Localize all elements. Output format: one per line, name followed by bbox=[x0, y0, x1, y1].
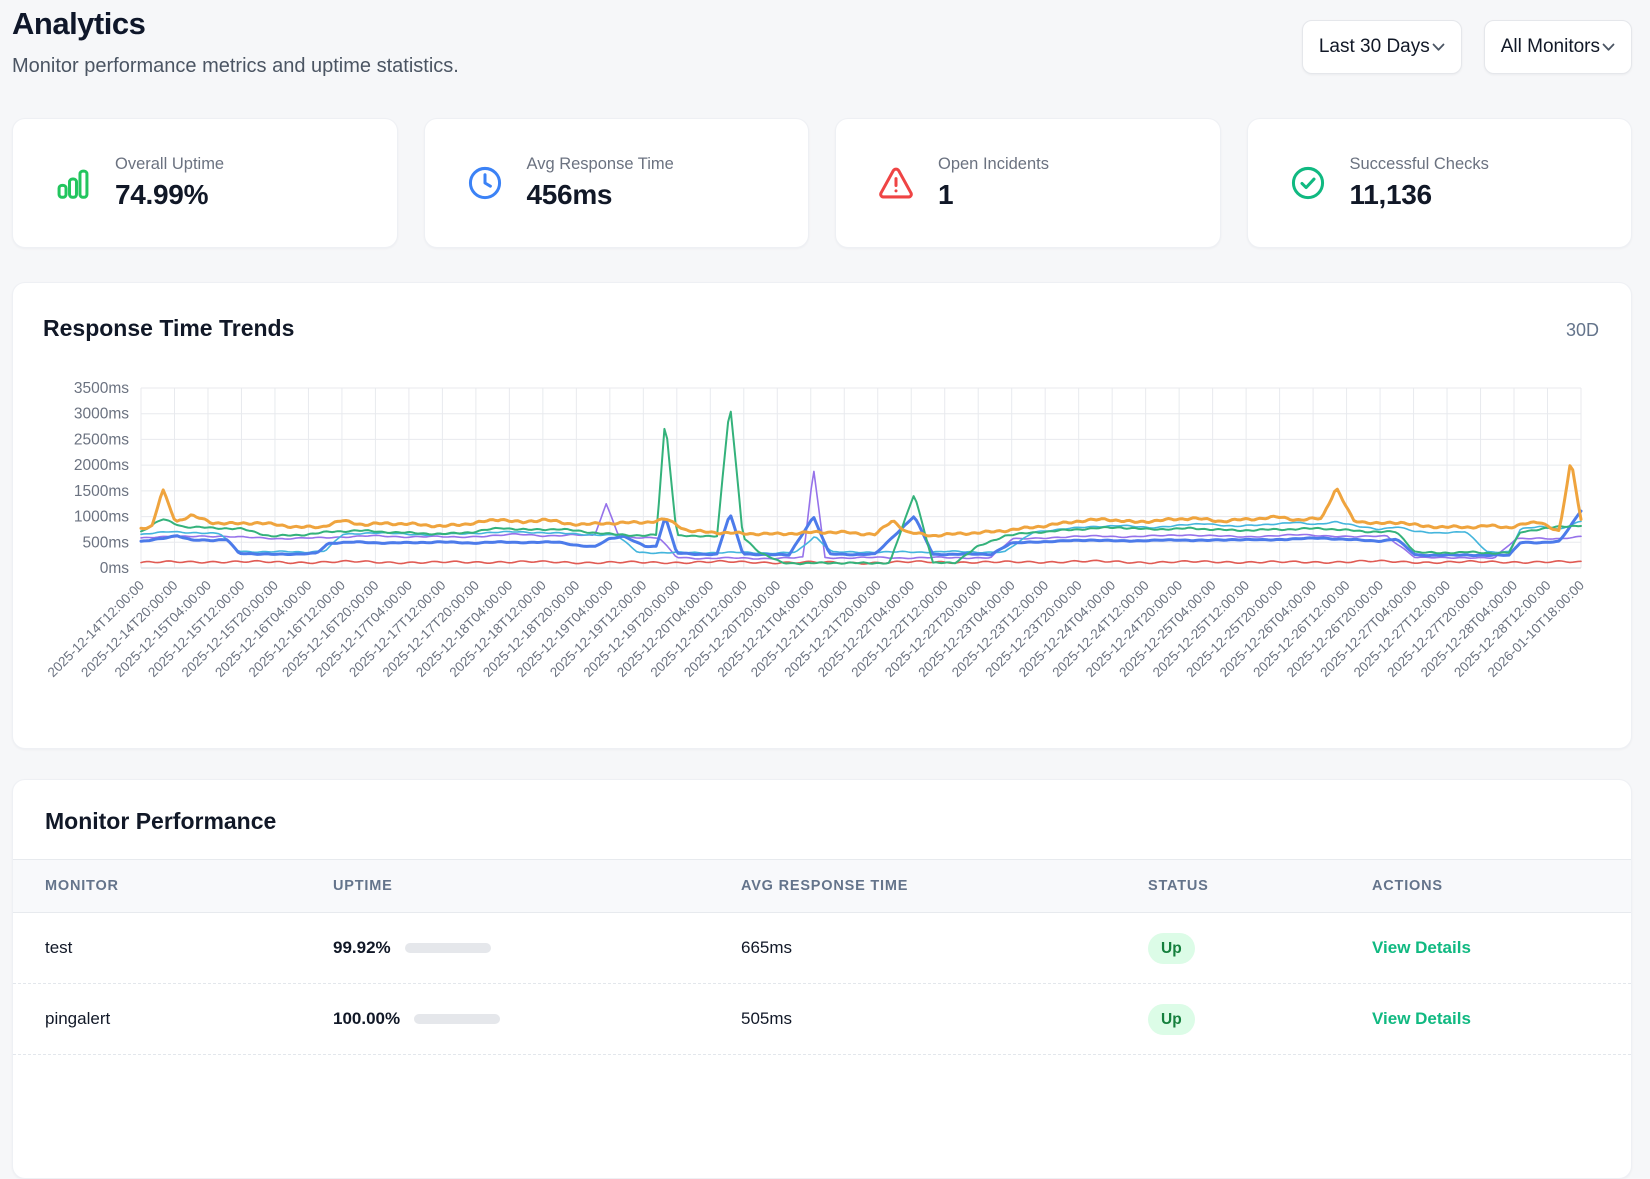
monitor-table-body: test 99.92% 665ms Up View Details pingalert 10… bbox=[13, 913, 1631, 1055]
column-header: Status bbox=[1148, 878, 1209, 894]
column-header: Monitor bbox=[45, 878, 119, 894]
monitor-performance-card: Monitor Performance Monitor Uptime Avg Res… bbox=[12, 779, 1632, 1179]
chevron-down-icon bbox=[1435, 36, 1445, 58]
table-header-row: Monitor Uptime Avg Response Time Status Acti… bbox=[13, 859, 1631, 913]
chart-range-badge: 30D bbox=[1566, 320, 1599, 341]
uptime-value: 100.00% bbox=[333, 1009, 400, 1029]
monitor-filter-value: All Monitors bbox=[1501, 36, 1600, 58]
column-header: Uptime bbox=[333, 878, 393, 894]
view-details-link[interactable]: View Details bbox=[1372, 938, 1471, 957]
time-range-value: Last 30 Days bbox=[1319, 36, 1430, 58]
table-row: pingalert 100.00% 505ms Up View Details bbox=[13, 984, 1631, 1055]
uptime-bar bbox=[405, 943, 491, 953]
clock-icon bbox=[465, 163, 505, 203]
stat-card-overall-uptime: Overall Uptime 74.99% bbox=[12, 118, 398, 248]
response-time-trends-card: Response Time Trends 30D 0ms 500ms 1000ms 1… bbox=[12, 282, 1632, 749]
series-orange bbox=[141, 466, 1581, 536]
uptime-bar bbox=[414, 1014, 500, 1024]
chevron-down-icon bbox=[1605, 36, 1615, 58]
status-badge: Up bbox=[1148, 933, 1195, 964]
alert-triangle-icon bbox=[876, 163, 916, 203]
page-subtitle: Monitor performance metrics and uptime s… bbox=[12, 55, 459, 78]
y-axis-label: 3500ms bbox=[74, 380, 129, 397]
stat-value: 74.99% bbox=[115, 179, 224, 211]
stat-label: Open Incidents bbox=[938, 155, 1049, 174]
y-axis-label: 2500ms bbox=[74, 431, 129, 448]
y-axis-label: 1500ms bbox=[74, 483, 129, 500]
stat-value: 456ms bbox=[527, 179, 674, 211]
series-cyan bbox=[141, 521, 1581, 553]
view-details-link[interactable]: View Details bbox=[1372, 1009, 1471, 1028]
bar-chart-icon bbox=[53, 163, 93, 203]
stat-label: Overall Uptime bbox=[115, 155, 224, 174]
stat-card-avg-response: Avg Response Time 456ms bbox=[424, 118, 810, 248]
monitor-filter-select[interactable]: All Monitors bbox=[1484, 20, 1632, 74]
stat-label: Avg Response Time bbox=[527, 155, 674, 174]
uptime-value: 99.92% bbox=[333, 938, 391, 958]
page-title: Analytics bbox=[12, 6, 145, 42]
table-row: test 99.92% 665ms Up View Details bbox=[13, 913, 1631, 984]
check-circle-icon bbox=[1288, 163, 1328, 203]
monitor-name: pingalert bbox=[45, 1009, 110, 1029]
column-header: Actions bbox=[1372, 878, 1443, 894]
status-badge: Up bbox=[1148, 1004, 1195, 1035]
y-axis-label: 0ms bbox=[100, 560, 130, 577]
y-axis-label: 500ms bbox=[82, 534, 129, 551]
header-controls: Last 30 Days All Monitors bbox=[1302, 20, 1632, 74]
chart-title: Response Time Trends bbox=[43, 315, 294, 342]
table-title: Monitor Performance bbox=[13, 780, 1631, 859]
stat-value: 11,136 bbox=[1350, 179, 1489, 211]
stat-label: Successful Checks bbox=[1350, 155, 1489, 174]
stats-row: Overall Uptime 74.99% Avg Response Time … bbox=[12, 118, 1632, 248]
series-purple bbox=[141, 471, 1581, 559]
avg-response-value: 505ms bbox=[741, 1009, 792, 1029]
monitor-name: test bbox=[45, 938, 72, 958]
y-axis-label: 3000ms bbox=[74, 406, 129, 423]
time-range-select[interactable]: Last 30 Days bbox=[1302, 20, 1462, 74]
stat-value: 1 bbox=[938, 179, 1049, 211]
column-header: Avg Response Time bbox=[741, 878, 908, 894]
response-time-chart: 0ms 500ms 1000ms 1500ms 2000ms 2500ms 3000ms 35… bbox=[23, 378, 1623, 743]
y-axis-label: 1000ms bbox=[74, 509, 129, 526]
y-axis-label: 2000ms bbox=[74, 457, 129, 474]
stat-card-open-incidents: Open Incidents 1 bbox=[835, 118, 1221, 248]
avg-response-value: 665ms bbox=[741, 938, 792, 958]
stat-card-successful-checks: Successful Checks 11,136 bbox=[1247, 118, 1633, 248]
